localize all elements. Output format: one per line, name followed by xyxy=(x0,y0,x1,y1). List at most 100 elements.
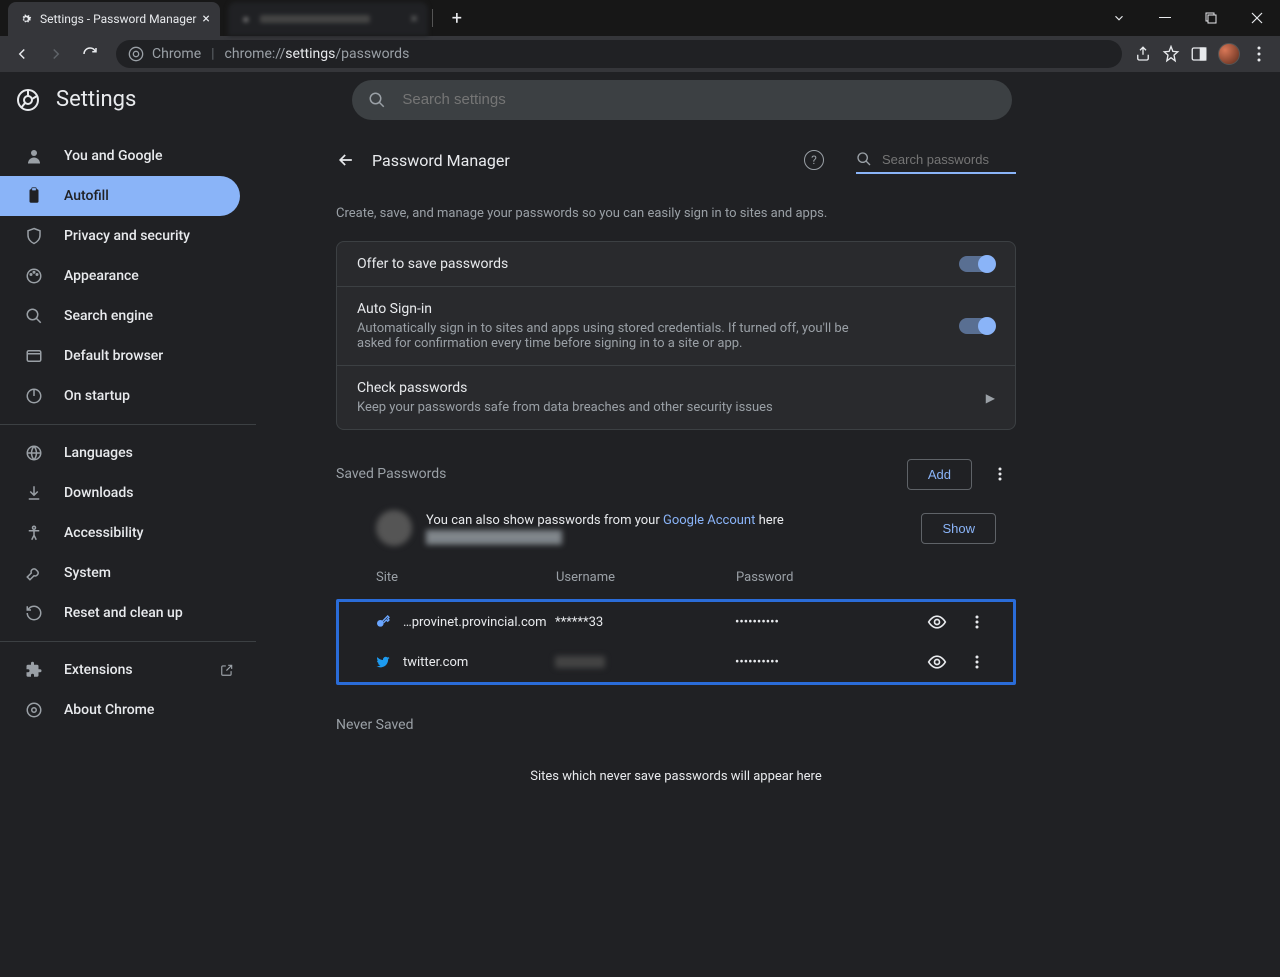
sidebar-item-label: Privacy and security xyxy=(64,228,190,244)
puzzle-icon xyxy=(24,661,44,679)
restore-icon xyxy=(24,604,44,622)
chevron-right-icon: ▶ xyxy=(986,391,995,405)
never-saved-empty-text: Sites which never save passwords will ap… xyxy=(336,749,1016,804)
sidebar-item-reset[interactable]: Reset and clean up xyxy=(0,593,256,633)
sidebar-item-privacy[interactable]: Privacy and security xyxy=(0,216,256,256)
reload-button[interactable] xyxy=(76,40,104,68)
sidebar-item-label: System xyxy=(64,565,111,581)
offer-save-toggle[interactable] xyxy=(959,256,995,272)
forward-button[interactable] xyxy=(42,40,70,68)
sidebar-item-extensions[interactable]: Extensions xyxy=(0,650,256,690)
main-content: Password Manager ? Create, save, and man… xyxy=(256,128,1280,977)
separator: | xyxy=(211,46,214,62)
show-account-passwords-button[interactable]: Show xyxy=(921,513,996,544)
page-header: Password Manager ? xyxy=(336,128,1016,192)
password-row[interactable]: twitter.com •••••••••• xyxy=(339,642,1013,682)
settings-header: Settings xyxy=(0,72,1280,128)
check-passwords-desc: Keep your passwords safe from data breac… xyxy=(357,400,877,415)
globe-icon xyxy=(24,444,44,462)
sidebar-item-system[interactable]: System xyxy=(0,553,256,593)
share-icon[interactable] xyxy=(1134,45,1152,63)
sidebar-item-startup[interactable]: On startup xyxy=(0,376,256,416)
person-icon xyxy=(24,147,44,165)
google-account-banner: You can also show passwords from your Go… xyxy=(336,500,1016,556)
sidebar-item-label: Reset and clean up xyxy=(64,605,183,621)
sidebar-item-label: Downloads xyxy=(64,485,133,501)
browser-tab-inactive[interactable]: ● × xyxy=(228,2,428,36)
username-value: ******33 xyxy=(555,615,735,630)
separator xyxy=(432,9,433,27)
row-more-button[interactable] xyxy=(957,614,997,630)
close-icon[interactable]: × xyxy=(410,11,417,27)
offer-save-label: Offer to save passwords xyxy=(357,256,959,272)
url-host: settings xyxy=(285,46,335,62)
sidebar: You and Google Autofill Privacy and secu… xyxy=(0,128,256,977)
row-more-button[interactable] xyxy=(957,654,997,670)
check-passwords-row[interactable]: Check passwords Keep your passwords safe… xyxy=(337,366,1015,429)
minimize-button[interactable] xyxy=(1142,0,1188,36)
help-icon[interactable]: ? xyxy=(804,150,824,170)
password-row[interactable]: …provinet.provincial.com ******33 ••••••… xyxy=(339,602,1013,642)
sidebar-item-about[interactable]: About Chrome xyxy=(0,690,256,730)
menu-icon[interactable] xyxy=(1250,45,1268,63)
search-settings-input[interactable] xyxy=(352,80,1012,120)
password-list-highlight: …provinet.provincial.com ******33 ••••••… xyxy=(336,599,1016,685)
back-button[interactable] xyxy=(8,40,36,68)
shield-icon xyxy=(24,227,44,245)
back-arrow-icon[interactable] xyxy=(336,150,356,170)
browser-tab-active[interactable]: Settings - Password Manager × xyxy=(8,2,220,36)
chrome-icon xyxy=(128,46,144,62)
auto-signin-desc: Automatically sign in to sites and apps … xyxy=(357,321,877,351)
google-account-link[interactable]: Google Account xyxy=(663,513,755,528)
browser-toolbar: Chrome | chrome://settings/passwords xyxy=(0,36,1280,72)
search-passwords-input[interactable] xyxy=(856,147,1016,174)
username-redacted xyxy=(555,656,605,668)
divider xyxy=(0,424,256,425)
address-bar[interactable]: Chrome | chrome://settings/passwords xyxy=(116,40,1122,68)
auto-signin-toggle[interactable] xyxy=(959,318,995,334)
password-masked: •••••••••• xyxy=(735,615,917,630)
chrome-icon xyxy=(24,701,44,719)
never-saved-label: Never Saved xyxy=(336,717,1016,733)
window-controls xyxy=(1096,0,1280,36)
saved-passwords-label: Saved Passwords xyxy=(336,466,907,482)
close-icon[interactable]: × xyxy=(202,11,209,27)
page-description: Create, save, and manage your passwords … xyxy=(336,192,1016,241)
offer-save-row: Offer to save passwords xyxy=(337,242,1015,287)
reveal-password-button[interactable] xyxy=(917,652,957,672)
bookmark-icon[interactable] xyxy=(1162,45,1180,63)
side-panel-icon[interactable] xyxy=(1190,45,1208,63)
close-button[interactable] xyxy=(1234,0,1280,36)
external-link-icon xyxy=(220,663,234,677)
key-icon xyxy=(375,614,391,630)
sidebar-item-accessibility[interactable]: Accessibility xyxy=(0,513,256,553)
password-masked: •••••••••• xyxy=(735,655,917,670)
sidebar-item-label: About Chrome xyxy=(64,702,154,718)
reveal-password-button[interactable] xyxy=(917,612,957,632)
sidebar-item-you-and-google[interactable]: You and Google xyxy=(0,136,256,176)
add-password-button[interactable]: Add xyxy=(907,459,972,490)
sidebar-item-languages[interactable]: Languages xyxy=(0,433,256,473)
new-tab-button[interactable]: + xyxy=(443,4,471,32)
tab-search-button[interactable] xyxy=(1096,0,1142,36)
search-passwords-field[interactable] xyxy=(880,151,1016,168)
sidebar-item-label: Search engine xyxy=(64,308,153,324)
profile-avatar[interactable] xyxy=(1218,43,1240,65)
sidebar-item-appearance[interactable]: Appearance xyxy=(0,256,256,296)
settings-card: Offer to save passwords Auto Sign-in Aut… xyxy=(336,241,1016,430)
sidebar-item-default-browser[interactable]: Default browser xyxy=(0,336,256,376)
maximize-button[interactable] xyxy=(1188,0,1234,36)
globe-icon: ● xyxy=(238,11,254,27)
tab-title-redacted xyxy=(260,15,370,23)
sidebar-item-downloads[interactable]: Downloads xyxy=(0,473,256,513)
search-settings-field[interactable] xyxy=(400,90,996,109)
col-username: Username xyxy=(556,570,736,585)
more-options-button[interactable] xyxy=(984,458,1016,490)
sidebar-item-autofill[interactable]: Autofill xyxy=(0,176,240,216)
clipboard-icon xyxy=(24,187,44,205)
url-prefix: chrome:// xyxy=(225,46,286,62)
search-icon xyxy=(24,307,44,325)
sidebar-item-search-engine[interactable]: Search engine xyxy=(0,296,256,336)
divider xyxy=(0,641,256,642)
power-icon xyxy=(24,387,44,405)
